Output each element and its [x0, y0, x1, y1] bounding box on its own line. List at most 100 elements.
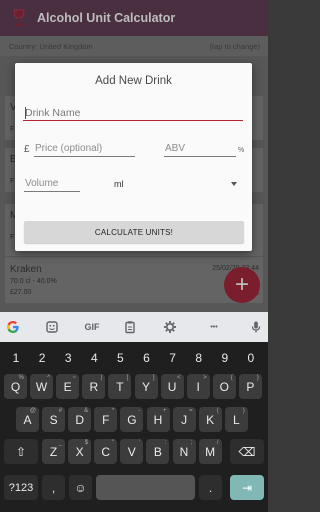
key-8[interactable]: 8 [187, 349, 211, 367]
period-key[interactable]: . [199, 475, 222, 500]
key-label: Q [10, 379, 21, 394]
key-label: 3 [64, 351, 72, 365]
key-5[interactable]: 5 [108, 349, 132, 367]
google-icon[interactable] [6, 320, 20, 334]
key-x[interactable]: $ X [68, 439, 92, 464]
percent-symbol: % [238, 147, 245, 154]
key-h[interactable]: + H [146, 407, 170, 432]
next-field-icon: ⇥ [241, 480, 253, 495]
keyboard-toolbar: GIF ••• [0, 312, 268, 342]
wine-glass-icon [13, 9, 25, 26]
key-alt-symbol: / [216, 440, 219, 446]
key-alt-symbol: _ [58, 440, 62, 446]
key-w[interactable]: ^ W [30, 374, 54, 399]
key-1[interactable]: 1 [4, 349, 28, 367]
key-o[interactable]: {O [212, 374, 236, 399]
key-v[interactable]: ' V [120, 439, 144, 464]
key-label: V [127, 444, 136, 459]
unit-dropdown[interactable]: ml [112, 178, 243, 192]
key-label: 0 [247, 351, 255, 365]
key-6[interactable]: 6 [135, 349, 159, 367]
drink-price: £27.00 [10, 289, 32, 296]
backspace-icon: ⌫ [238, 444, 256, 459]
key-d[interactable]: & D [68, 407, 92, 432]
change-country-link[interactable]: (tap to change) [210, 42, 260, 51]
key-alt-symbol: " [112, 440, 115, 446]
calculate-units-button[interactable]: CALCULATE UNITS! [24, 221, 244, 243]
abv-input[interactable] [164, 141, 236, 157]
plus-icon: + [234, 271, 249, 298]
shift-icon: ⇧ [15, 444, 27, 459]
sticker-icon[interactable] [45, 320, 59, 334]
unit-selected-value: ml [114, 179, 124, 189]
comma-key[interactable]: , [42, 475, 65, 500]
key-label: W [35, 379, 48, 394]
key-n[interactable]: ; N [172, 439, 196, 464]
key-alt-symbol: : [164, 440, 167, 446]
key-a[interactable]: @ A [16, 407, 39, 432]
key-alt-symbol: > [203, 375, 207, 381]
gif-icon[interactable]: GIF [83, 320, 101, 334]
price-input[interactable] [34, 141, 135, 157]
key-t[interactable]: [T [108, 374, 132, 399]
emoji-icon: ☺ [74, 480, 87, 495]
key-9[interactable]: 9 [213, 349, 237, 367]
key-alt-symbol: & [84, 408, 89, 414]
key-label: 4 [90, 351, 98, 365]
key-alt-symbol: * [111, 408, 115, 414]
enter-key[interactable]: ⇥ [230, 475, 264, 500]
key-b[interactable]: :B [146, 439, 170, 464]
add-drink-button[interactable]: + [224, 267, 260, 303]
key-y[interactable]: ] Y [134, 374, 158, 399]
volume-input[interactable] [24, 176, 80, 192]
emoji-key[interactable]: ☺ [69, 475, 92, 500]
shift-key[interactable]: ⇧ [4, 439, 38, 464]
key-q[interactable]: % Q [4, 374, 27, 399]
key-z[interactable]: _ Z [42, 439, 65, 464]
key-l[interactable]: ) L [224, 407, 248, 432]
key-alt-symbol: % [18, 375, 24, 381]
key-alt-symbol: ) [242, 408, 245, 414]
clipboard-icon[interactable] [123, 320, 137, 334]
key-s[interactable]: # S [42, 407, 66, 432]
key-j[interactable]: = J [172, 407, 196, 432]
microphone-icon[interactable] [249, 320, 263, 334]
key-label: N [179, 444, 189, 459]
key-label: M [205, 444, 216, 459]
key-g[interactable]: -G [120, 407, 144, 432]
space-key[interactable] [96, 475, 195, 500]
drink-name-input[interactable] [23, 105, 243, 121]
key-r[interactable]: | R [82, 374, 106, 399]
backspace-key[interactable]: ⌫ [230, 439, 264, 464]
key-f[interactable]: * F [94, 407, 118, 432]
drink-price: F [10, 178, 15, 185]
key-label: H [153, 412, 163, 427]
key-label: K [206, 412, 215, 427]
key-m[interactable]: / M [198, 439, 222, 464]
key-4[interactable]: 4 [82, 349, 106, 367]
key-label: D [75, 412, 85, 427]
key-k[interactable]: (K [198, 407, 222, 432]
key-u[interactable]: < U [160, 374, 184, 399]
key-i[interactable]: > I [186, 374, 210, 399]
key-alt-symbol: { [230, 375, 233, 381]
gear-icon[interactable] [163, 320, 177, 334]
more-icon[interactable]: ••• [205, 320, 223, 334]
app-bar: Alcohol Unit Calculator [0, 0, 268, 36]
key-label: A [23, 412, 32, 427]
key-c[interactable]: " C [94, 439, 118, 464]
key-alt-symbol: ( [216, 408, 219, 414]
symbols-key[interactable]: ?123 [4, 475, 38, 500]
key-0[interactable]: 0 [239, 349, 263, 367]
key-2[interactable]: 2 [30, 349, 54, 367]
key-p[interactable]: } P [238, 374, 262, 399]
key-label: X [75, 444, 84, 459]
key-alt-symbol: = [189, 408, 193, 414]
key-label: O [219, 379, 229, 394]
add-drink-dialog: Add New Drink £ % ml CALCULATE UNITS! [15, 63, 252, 251]
key-e[interactable]: ~ E [56, 374, 80, 399]
country-bar[interactable]: Country: United Kingdom (tap to change) [0, 36, 268, 56]
dropdown-arrow-icon [231, 182, 237, 186]
key-3[interactable]: 3 [56, 349, 80, 367]
key-7[interactable]: 7 [161, 349, 185, 367]
